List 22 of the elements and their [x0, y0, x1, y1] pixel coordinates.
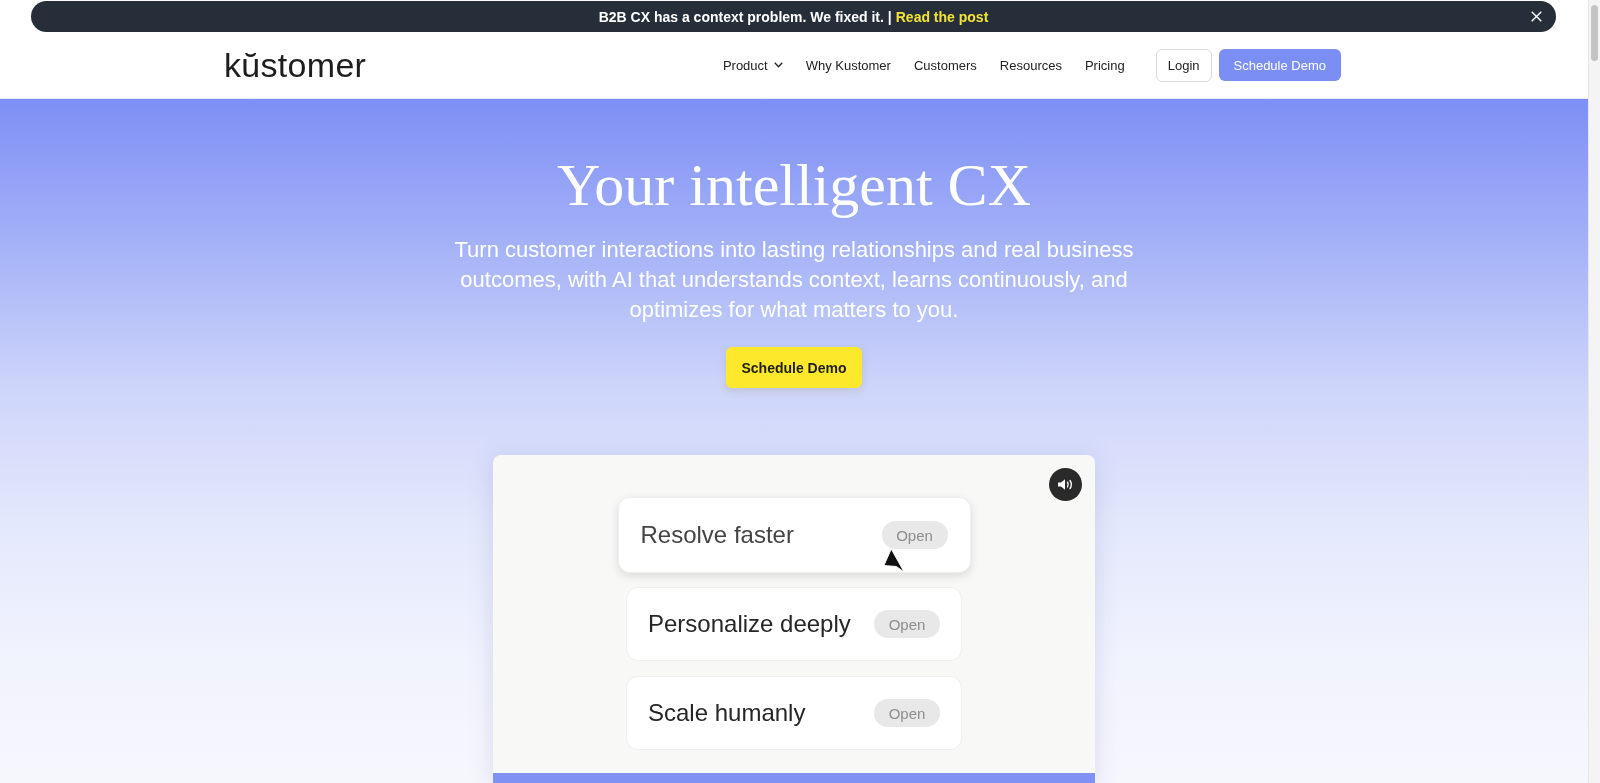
login-button[interactable]: Login [1155, 48, 1212, 82]
card-title: Resolve faster [640, 521, 794, 549]
speaker-icon [1057, 478, 1074, 491]
nav-link[interactable]: Pricing [1084, 57, 1125, 73]
schedule-demo-button[interactable]: Schedule Demo [726, 347, 862, 388]
nav-link[interactable]: Resources [999, 57, 1062, 73]
nav-link[interactable]: Customers [913, 57, 977, 73]
announcement-text: B2B CX has a context problem. We fixed it. | Read the post [598, 8, 989, 25]
close-icon[interactable] [1531, 11, 1542, 22]
video-player[interactable]: Resolve faster Open Personalize deeply Open Scale humanly Open [493, 455, 1095, 783]
card-title: Scale humanly [648, 699, 806, 727]
hero-title: Your intelligent CX [557, 151, 1031, 219]
scrollbar-thumb[interactable] [1591, 5, 1598, 61]
cursor-icon [882, 548, 905, 573]
logo[interactable]: kŭstomer [224, 48, 367, 82]
read-post-link[interactable]: Read the post [895, 8, 989, 25]
volume-button[interactable] [1049, 468, 1082, 501]
nav-dropdown[interactable]: Product [722, 57, 783, 73]
card-title: Personalize deeply [648, 610, 851, 638]
chevron-down-icon [773, 62, 783, 68]
nav-link[interactable]: Why Kustomer [805, 57, 891, 73]
hero-subtitle: Turn customer interactions into lasting relationships and real business outcomes, with AI that understands context, learns continuously, and optimizes for what matters to you. [453, 236, 1135, 324]
